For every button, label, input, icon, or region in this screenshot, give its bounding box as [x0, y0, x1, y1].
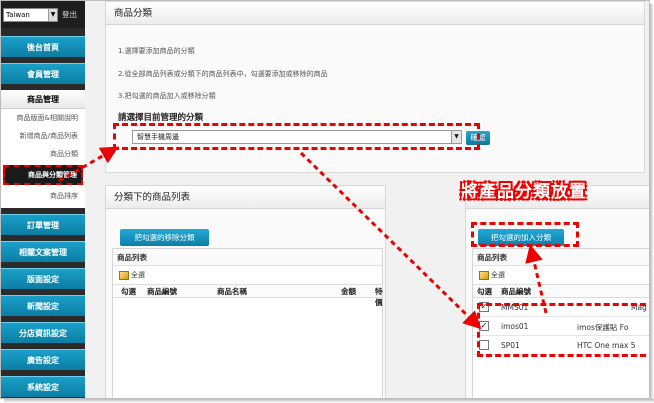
frame-shadow [4, 399, 654, 403]
window-frame: Taiwan ▼ 登出 後台首頁 會員管理 商品管理 商品版面&相關說明 新增商… [0, 0, 650, 399]
instruction-2: 2.從全部商品列表或分類下的商品列表中，勾選要添加或移除的商品 [118, 70, 328, 78]
product-management-section: 商品管理 商品版面&相關說明 新增商品/商品列表 商品分類 商品與分類管理 商品… [1, 90, 85, 208]
all-products-panel: 把勾選的加入分類 商品列表 全選 勾選 商品編號 ✓ MMS01 Mag ✓ i… [465, 185, 649, 398]
col-name: 商品名稱 [217, 287, 247, 296]
col-code: 商品編號 [501, 287, 531, 296]
select-all-label: 全選 [491, 271, 505, 279]
frame-shadow [650, 4, 654, 403]
language-value: Taiwan [6, 10, 30, 19]
sidebar-item-product-category-management[interactable]: 商品與分類管理 [3, 165, 83, 185]
select-all-label: 全選 [131, 271, 145, 279]
sidebar-item-product-layout[interactable]: 商品版面&相關說明 [1, 109, 85, 127]
select-all-button[interactable]: 全選 [113, 266, 382, 284]
product-list: 商品列表 全選 勾選 商品編號 商品名稱 金額 特價 [112, 248, 383, 398]
sidebar-item-wrap: 商品與分類管理 [1, 163, 85, 187]
col-sale: 特價 [375, 287, 383, 307]
list-title: 商品列表 [113, 249, 382, 266]
nav-ads[interactable]: 廣告設定 [1, 349, 85, 370]
highlight-checked-rows [477, 303, 649, 357]
nav-copywriting[interactable]: 相關文案管理 [1, 241, 85, 262]
col-check: 勾選 [477, 287, 492, 296]
highlight-category-select [113, 123, 480, 150]
table-header: 勾選 商品編號 [473, 284, 649, 298]
highlight-add-button [471, 222, 579, 247]
col-code: 商品編號 [147, 287, 177, 296]
sidebar: Taiwan ▼ 登出 後台首頁 會員管理 商品管理 商品版面&相關說明 新增商… [1, 1, 85, 398]
remove-from-category-button[interactable]: 把勾選的移除分類 [120, 229, 209, 246]
sidebar-item-add-product[interactable]: 新增商品/商品列表 [1, 127, 85, 145]
language-select[interactable]: Taiwan ▼ [3, 7, 58, 22]
sidebar-item-product-category[interactable]: 商品分類 [1, 145, 85, 163]
panel-title: 商品分類 [106, 2, 644, 25]
nav-members[interactable]: 會員管理 [1, 63, 85, 84]
category-products-panel: 分類下的商品列表 把勾選的移除分類 商品列表 全選 勾選 商品編號 商品名稱 金… [105, 185, 386, 398]
nav-branches[interactable]: 分店資訊設定 [1, 322, 85, 343]
col-price: 金額 [341, 287, 356, 296]
annotation-text: 將產品分類放置 [461, 182, 587, 202]
select-all-icon [479, 270, 489, 280]
instruction-1: 1.選擇要添加商品的分類 [118, 47, 195, 55]
section-title[interactable]: 商品管理 [1, 90, 85, 109]
language-bar: Taiwan ▼ 登出 [1, 1, 85, 28]
nav-layout[interactable]: 版面設定 [1, 268, 85, 289]
logout-link[interactable]: 登出 [62, 9, 77, 20]
select-all-button[interactable]: 全選 [473, 266, 649, 284]
nav-news[interactable]: 新聞設定 [1, 295, 85, 316]
col-check: 勾選 [121, 287, 136, 296]
list-title: 商品列表 [473, 249, 649, 266]
chevron-down-icon: ▼ [48, 8, 57, 21]
nav-system[interactable]: 系統設定 [1, 376, 85, 397]
nav-dashboard[interactable]: 後台首頁 [1, 36, 85, 57]
nav-orders[interactable]: 訂單管理 [1, 214, 85, 235]
sidebar-item-product-sort[interactable]: 商品排序 [1, 187, 85, 205]
panel-title: 分類下的商品列表 [106, 186, 385, 209]
instruction-3: 3.把勾選的商品加入或移除分類 [118, 92, 216, 100]
select-all-icon [119, 270, 129, 280]
choose-category-label: 請選擇目前管理的分類 [118, 113, 204, 123]
table-header: 勾選 商品編號 商品名稱 金額 特價 [113, 284, 383, 307]
